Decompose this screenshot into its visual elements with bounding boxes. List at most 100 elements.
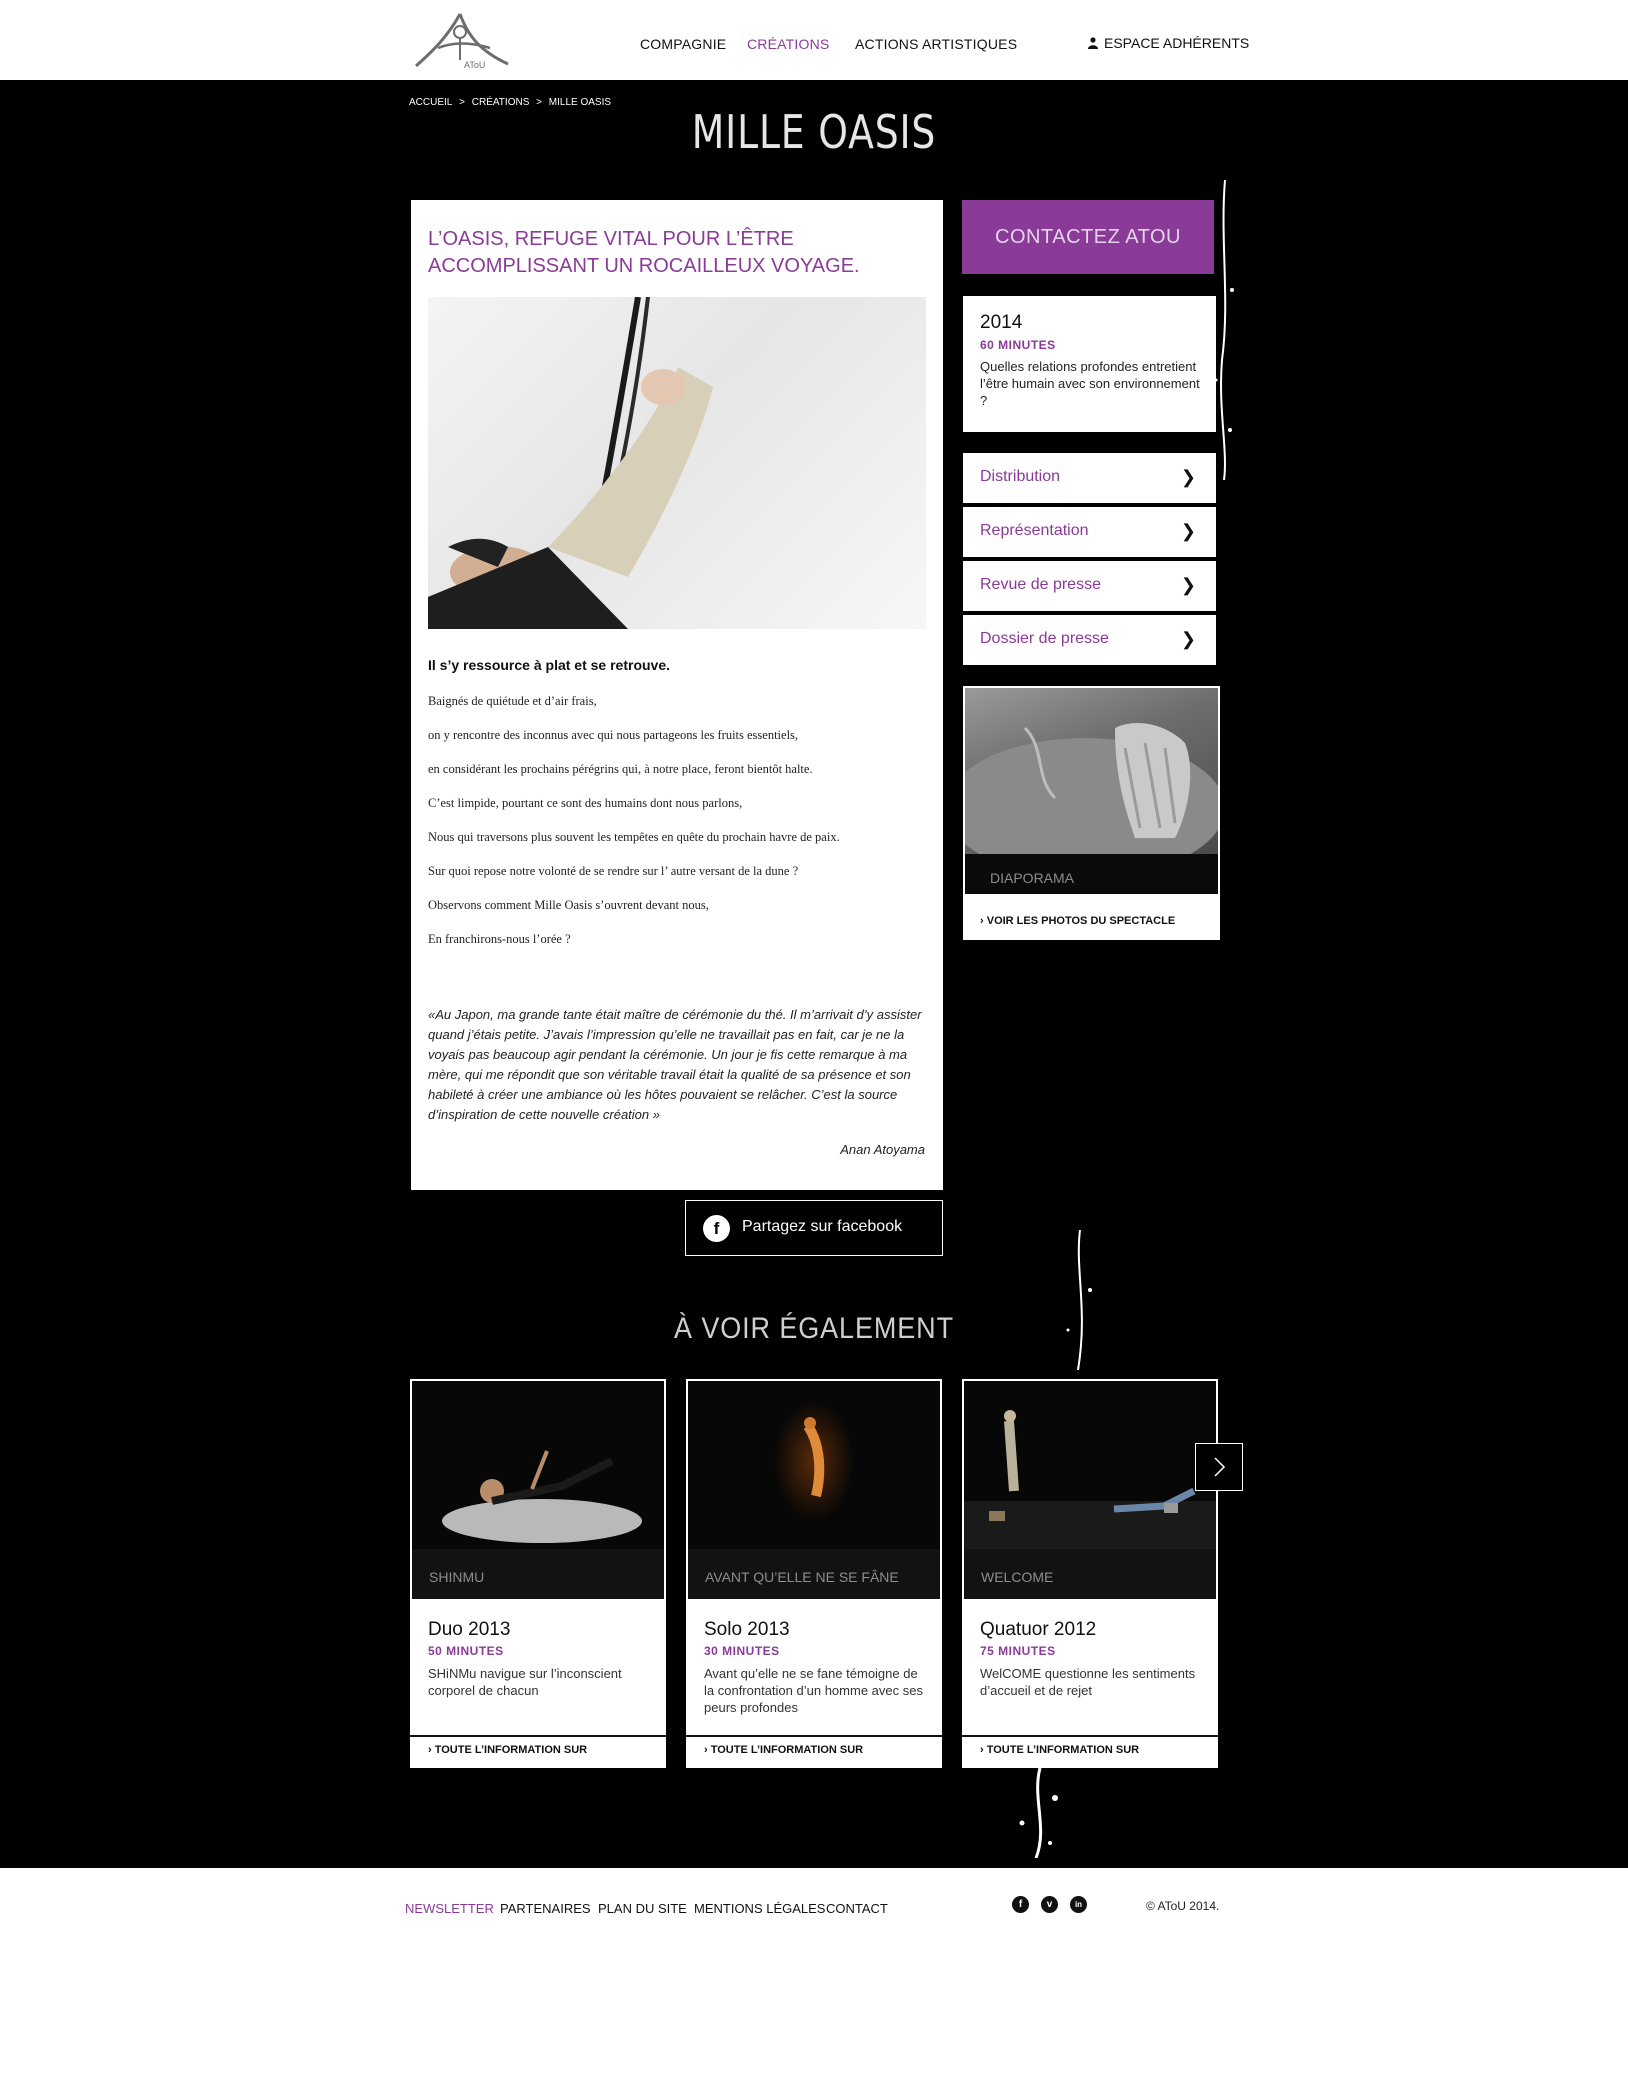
verse-line: En franchirons-nous l’orée ? [428,932,571,946]
facebook-share-button[interactable]: f Partagez sur facebook [685,1200,943,1256]
member-area-label: Espace adhérents [1104,35,1250,51]
info-card: 2014 60 MINUTES Quelles relations profon… [963,296,1216,432]
chevron-right-icon: › [980,1744,987,1756]
performer-photo-illustration [428,297,713,629]
divider [686,1735,942,1737]
see-also-title: À voir également [674,1312,954,1345]
nav-compagnie[interactable]: Compagnie [640,36,726,52]
related-card-year: Quatuor 2012 [980,1619,1097,1640]
ink-splash-decoration [1066,1230,1092,1370]
related-card-band-label: Avant qu’elle ne se fâne [705,1569,899,1585]
article-subhead: Il s’y ressource à plat et se retrouve. [428,657,671,673]
carousel-next-button[interactable] [1195,1443,1243,1491]
sidebar-link-label: Distribution [980,468,1061,485]
more-link-label: Toute l’information sur [434,1744,588,1756]
quote-author: Anan Atoyama [840,1142,925,1157]
view-photos-label: Voir les photos du spectacle [986,915,1176,927]
related-card-year: Duo 2013 [428,1619,511,1640]
verse-line: Baignés de quiétude et d’air frais, [428,694,597,708]
divider [410,1735,666,1737]
chevron-right-icon: ❯ [1180,629,1196,649]
facebook-icon[interactable]: f [1012,1896,1029,1913]
info-description: Quelles relations profondes entretient l… [980,359,1200,408]
slideshow-band: Diaporama [965,854,1218,894]
related-card-description: WelCOME questionne les sentiments d’accu… [980,1666,1196,1698]
footer-link-contact[interactable]: Contact [826,1901,888,1916]
related-card-year: Solo 2013 [704,1619,790,1640]
related-card[interactable]: Avant qu’elle ne se fâne Solo 2013 30 MI… [686,1379,942,1768]
contact-button[interactable]: Contactez ATOU [962,200,1214,274]
svg-text:AToU: AToU [464,60,485,70]
article-card: L’oasis, refuge vital pour l’être accomp… [411,200,943,1190]
facebook-share-label: Partagez sur facebook [742,1218,903,1235]
slideshow-label: Diaporama [990,870,1075,886]
site-header: AToU Compagnie Créations Actions artisti… [0,0,1628,80]
related-card-image[interactable] [688,1381,940,1549]
copyright: © AToU 2014. [1146,1899,1220,1913]
slideshow-card[interactable]: Diaporama › Voir les photos du spectacle [963,686,1220,940]
verse-line: Nous qui traversons plus souvent les tem… [428,830,840,844]
related-card-description: SHiNMu navigue sur l’inconscient corpore… [428,1666,622,1698]
sidebar-link-label: Représentation [980,522,1089,539]
sidebar-link-distribution[interactable]: Distribution ❯ [963,453,1216,503]
footer-link-mentions-legales[interactable]: Mentions légales [694,1901,825,1916]
more-link-label: Toute l’information sur [986,1744,1140,1756]
related-card-description: Avant qu’elle ne se fane témoigne de la … [704,1666,923,1715]
sidebar-link-revue-de-presse[interactable]: Revue de presse ❯ [963,561,1216,611]
page-title: MILLE OASIS [691,105,937,159]
chevron-right-icon: › [980,915,987,927]
related-card-more-link[interactable]: › Toute l’information sur [428,1744,587,1756]
related-card-duration: 75 MINUTES [980,1644,1056,1658]
user-icon [1088,37,1098,49]
ink-splash-decoration [1019,1768,1058,1858]
related-card[interactable]: WelCOME Quatuor 2012 75 MINUTES WelCOME … [962,1379,1218,1768]
verse-line: en considérant les prochains pérégrins q… [428,762,813,776]
related-card-duration: 30 MINUTES [704,1644,780,1658]
dancer-photo-illustration [964,1410,1216,1549]
related-card-band-label: WelCOME [981,1569,1054,1585]
slideshow-thumbnail[interactable] [965,688,1218,854]
article-photo [428,297,926,629]
related-card[interactable]: SHiNMu Duo 2013 50 MINUTES SHiNMu navigu… [410,1379,666,1768]
related-card-image[interactable] [412,1381,664,1549]
related-card-image[interactable] [964,1381,1216,1549]
info-year: 2014 [980,312,1023,333]
more-link-label: Toute l’information sur [710,1744,864,1756]
article-verses: Baignés de quiétude et d’air frais, on y… [428,693,928,965]
view-photos-link[interactable]: › Voir les photos du spectacle [980,915,1175,927]
article-quote: «Au Japon, ma grande tante était maître … [428,1007,922,1122]
linkedin-icon[interactable]: in [1070,1896,1087,1913]
sidebar-link-label: Dossier de presse [980,630,1109,647]
facebook-icon: f [703,1215,730,1242]
verse-line: Sur quoi repose notre volonté de se rend… [428,864,799,878]
nav-actions-artistiques[interactable]: Actions artistiques [855,36,1017,52]
dancer-photo-illustration [442,1450,642,1543]
related-card-band: SHiNMu [412,1549,664,1599]
sidebar-link-label: Revue de presse [980,576,1101,593]
sidebar-link-dossier-de-presse[interactable]: Dossier de presse ❯ [963,615,1216,665]
related-card-band-label: SHiNMu [429,1569,485,1585]
related-card-more-link[interactable]: › Toute l’information sur [704,1744,863,1756]
vimeo-icon[interactable]: v [1041,1896,1058,1913]
related-card-more-link[interactable]: › Toute l’information sur [980,1744,1139,1756]
chevron-right-icon: › [428,1744,435,1756]
related-card-duration: 50 MINUTES [428,1644,504,1658]
chevron-right-icon: ❯ [1180,575,1196,595]
nav-creations[interactable]: Créations [747,36,829,52]
chevron-right-icon: ❯ [1180,521,1196,541]
chevron-right-icon: › [704,1744,711,1756]
footer-link-newsletter[interactable]: Newsletter [405,1901,494,1916]
verse-line: Observons comment Mille Oasis s’ouvrent … [428,898,709,912]
dancer-photo-illustration [774,1401,854,1521]
footer-link-partenaires[interactable]: Partenaires [500,1901,591,1916]
article-lede: L’oasis, refuge vital pour l’être accomp… [428,228,860,277]
related-card-band: Avant qu’elle ne se fâne [688,1549,940,1599]
member-area-link[interactable]: Espace adhérents [1088,35,1249,51]
sidebar-link-representation[interactable]: Représentation ❯ [963,507,1216,557]
info-duration: 60 MINUTES [980,338,1056,352]
atou-logo[interactable]: AToU [408,6,518,72]
chevron-right-icon [1214,1457,1226,1477]
footer-link-plan-du-site[interactable]: Plan du site [598,1901,687,1916]
verse-line: on y rencontre des inconnus avec qui nou… [428,728,799,742]
torn-edge-bottom [0,1850,1628,1867]
